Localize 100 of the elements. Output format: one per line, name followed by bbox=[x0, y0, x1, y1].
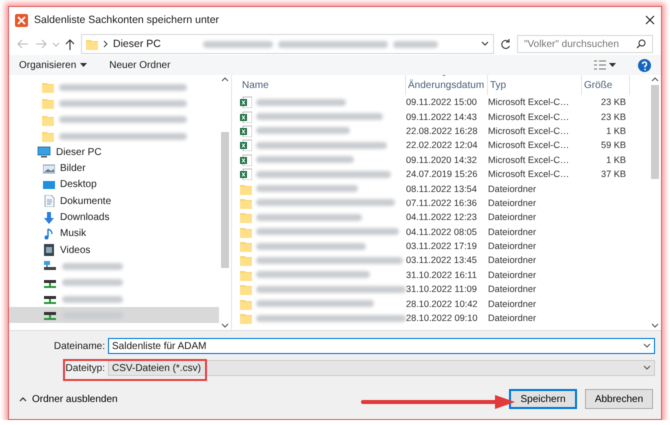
type-cell-text: Dateiordner bbox=[488, 226, 538, 237]
filetype-dropdown[interactable]: CSV-Dateien (*.csv) bbox=[108, 360, 655, 376]
type-cell-text: Dateiordner bbox=[488, 313, 538, 324]
folder-icon bbox=[86, 38, 98, 50]
cancel-button[interactable]: Abbrechen bbox=[585, 389, 653, 409]
size-cell-text: 37 KB bbox=[600, 169, 627, 180]
folder-icon bbox=[42, 114, 54, 126]
size-cell-text: 59 KB bbox=[600, 140, 627, 150]
app-logo-icon bbox=[15, 14, 28, 26]
folder-icon bbox=[240, 312, 252, 324]
type-cell-text: Microsoft Excel-C… bbox=[488, 154, 570, 165]
chevron-down-icon bbox=[643, 365, 651, 371]
date-cell-text: 04.11.2022 08:05 bbox=[406, 226, 478, 237]
nav-item[interactable]: Dokumente bbox=[9, 193, 219, 210]
download-arrow-icon bbox=[43, 212, 55, 224]
folder-icon bbox=[42, 97, 54, 110]
document-icon bbox=[43, 195, 55, 208]
type-cell-text: Microsoft Excel-C… bbox=[488, 112, 570, 122]
folder-icon bbox=[240, 211, 252, 224]
computer-icon bbox=[37, 146, 51, 158]
folder-icon bbox=[240, 226, 252, 238]
spreadsheet-file-icon bbox=[240, 154, 252, 166]
folder-icon bbox=[240, 182, 252, 195]
forward-arrow-icon[interactable] bbox=[35, 39, 47, 49]
date-cell-text: 28.10.2022 10:42 bbox=[406, 298, 479, 309]
close-button[interactable] bbox=[645, 15, 655, 25]
spreadsheet-file-icon bbox=[240, 139, 252, 152]
folder-icon bbox=[240, 283, 252, 296]
picture-icon bbox=[43, 162, 55, 175]
filename-field[interactable]: Saldenliste für ADAM bbox=[108, 338, 655, 354]
size-cell-text: 23 KB bbox=[600, 112, 627, 122]
blurred-text bbox=[62, 279, 123, 286]
caret-icon bbox=[80, 63, 88, 67]
back-arrow-icon[interactable] bbox=[17, 39, 29, 49]
chevron-icon bbox=[103, 40, 108, 48]
date-cell-text: 09.11.2022 15:00 bbox=[406, 97, 478, 108]
spreadsheet-file-icon bbox=[240, 110, 252, 123]
field-label: Dateiname: bbox=[52, 340, 106, 352]
scrollbar-thumb[interactable] bbox=[221, 132, 229, 268]
nav-item[interactable]: Videos bbox=[9, 242, 219, 258]
folder-icon bbox=[42, 81, 54, 94]
nav-item[interactable]: Downloads bbox=[9, 209, 219, 226]
type-cell-text: Dateiordner bbox=[488, 270, 538, 280]
date-cell-text: 31.10.2022 16:11 bbox=[406, 270, 478, 280]
column-header[interactable]: Größe bbox=[582, 75, 630, 95]
refresh-icon[interactable] bbox=[500, 38, 511, 50]
type-cell-text: Microsoft Excel-C… bbox=[488, 140, 570, 150]
blurred-text bbox=[62, 262, 123, 270]
hide-folders-button[interactable]: Ordner ausblenden bbox=[19, 394, 118, 404]
folder-icon bbox=[42, 130, 54, 142]
date-cell-text: 24.07.2019 15:26 bbox=[406, 169, 479, 180]
nav-item[interactable]: Desktop bbox=[9, 176, 219, 194]
type-cell-text: Dateiordner bbox=[488, 298, 538, 309]
date-cell-text: 08.11.2022 13:54 bbox=[406, 184, 478, 194]
type-cell-text: Dateiordner bbox=[488, 198, 538, 208]
size-cell-text: 23 KB bbox=[600, 97, 627, 108]
size-cell-text: 1 KB bbox=[605, 154, 627, 165]
size-cell-text: 1 KB bbox=[605, 126, 627, 136]
folder-icon bbox=[240, 254, 252, 266]
nav-item[interactable]: Bilder bbox=[9, 160, 219, 177]
network-drive-icon bbox=[43, 260, 57, 272]
breadcrumb[interactable]: Dieser PC bbox=[113, 38, 161, 50]
save-button[interactable]: Speichern bbox=[509, 389, 577, 409]
scrollbar-thumb[interactable] bbox=[651, 85, 659, 179]
desktop-icon bbox=[43, 178, 55, 191]
column-header[interactable]: Name bbox=[240, 75, 406, 95]
spreadsheet-file-icon bbox=[240, 96, 252, 108]
type-cell-text: Microsoft Excel-C… bbox=[488, 169, 570, 180]
chevron-down-icon bbox=[643, 343, 651, 349]
field-label: Dateityp: bbox=[64, 362, 106, 374]
date-cell-text: 22.02.2022 12:04 bbox=[406, 140, 479, 150]
caret-icon bbox=[609, 63, 616, 67]
date-cell-text: 03.11.2022 13:45 bbox=[406, 255, 478, 266]
type-cell-text: Dateiordner bbox=[488, 184, 538, 194]
folder-icon bbox=[240, 298, 252, 310]
folder-icon bbox=[240, 196, 252, 209]
type-cell-text: Microsoft Excel-C… bbox=[488, 126, 570, 136]
column-header[interactable]: Änderungsdatum bbox=[406, 75, 488, 95]
address-field[interactable]: Dieser PC bbox=[81, 34, 494, 54]
nav-item[interactable]: Dieser PC bbox=[9, 144, 219, 160]
date-cell-text: 07.11.2022 16:36 bbox=[406, 198, 478, 208]
spreadsheet-file-icon bbox=[240, 168, 252, 180]
blurred-text bbox=[203, 40, 274, 48]
toolbar-button[interactable]: Organisieren bbox=[19, 60, 88, 70]
toolbar-button[interactable]: Neuer Ordner bbox=[109, 60, 170, 70]
nav-item[interactable] bbox=[9, 307, 219, 324]
blurred-text bbox=[393, 40, 438, 48]
search-field[interactable]: "Volker" durchsuchen bbox=[517, 35, 653, 53]
view-options-button[interactable] bbox=[594, 60, 616, 70]
help-icon[interactable] bbox=[638, 58, 651, 72]
type-cell-text: Dateiordner bbox=[488, 255, 538, 266]
type-cell-text: Dateiordner bbox=[488, 241, 538, 252]
window-title: Saldenliste Sachkonten speichern unter bbox=[34, 14, 220, 26]
nav-item[interactable]: Musik bbox=[9, 226, 219, 242]
type-cell-text: Dateiordner bbox=[488, 212, 538, 222]
type-cell-text: Dateiordner bbox=[488, 284, 538, 294]
column-header[interactable]: Typ bbox=[488, 75, 582, 95]
up-arrow-icon[interactable] bbox=[65, 38, 75, 50]
date-cell-text: 03.11.2022 17:19 bbox=[406, 241, 478, 252]
music-note-icon bbox=[43, 228, 55, 240]
